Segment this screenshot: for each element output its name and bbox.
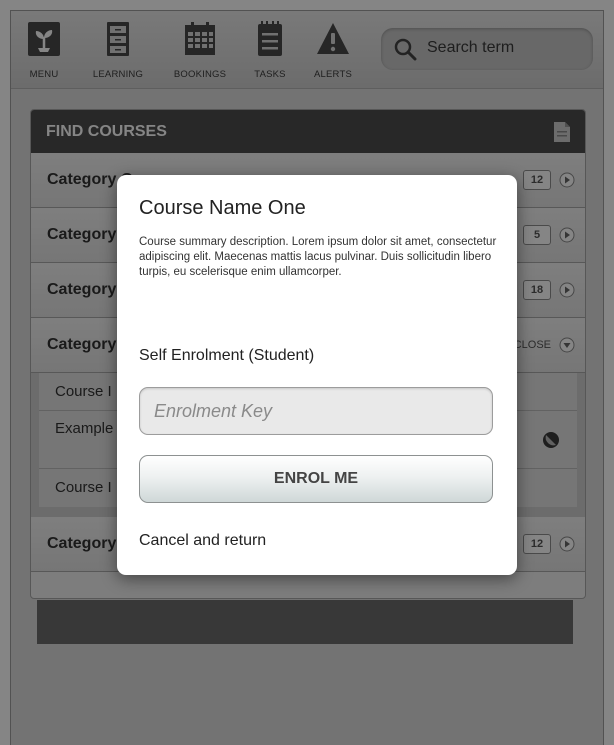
enrol-button[interactable]: ENROL ME — [139, 455, 493, 503]
course-description: Course summary description. Lorem ipsum … — [139, 236, 497, 278]
enrolment-heading: Self Enrolment (Student) — [139, 347, 315, 364]
enrol-dialog: Course Name One Course summary descripti… — [117, 175, 517, 575]
cancel-link[interactable]: Cancel and return — [139, 532, 266, 550]
course-title: Course Name One — [139, 197, 306, 219]
enrolment-key-input[interactable] — [139, 387, 493, 435]
